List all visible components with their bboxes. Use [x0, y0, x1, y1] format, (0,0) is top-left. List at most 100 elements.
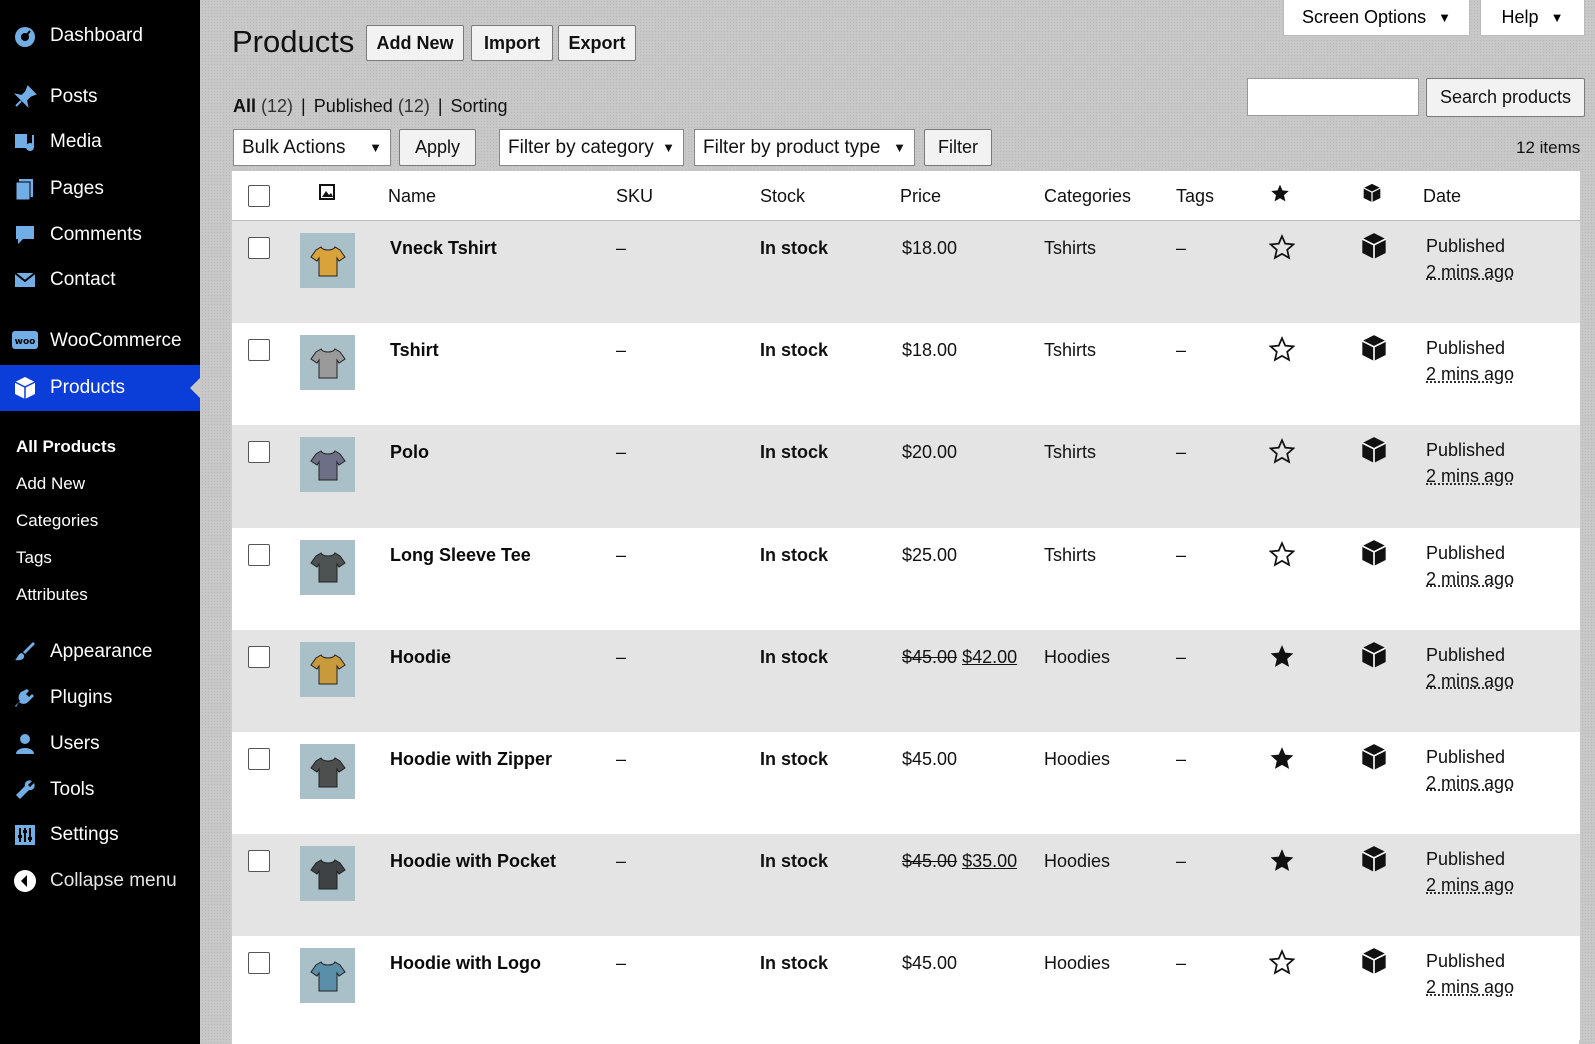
sidebar-item-dashboard[interactable]: Dashboard [0, 16, 200, 56]
sidebar-item-woocommerce[interactable]: woo WooCommerce [0, 321, 200, 361]
table-row: Hoodie with Zipper – In stock $45.00 Hoodies… [232, 732, 1580, 836]
row-checkbox[interactable] [248, 748, 270, 770]
view-sorting[interactable]: Sorting [451, 96, 508, 116]
product-thumbnail[interactable] [300, 641, 355, 697]
star-filled-icon[interactable] [1269, 643, 1295, 674]
submenu-item-tags[interactable]: Tags [16, 548, 52, 568]
sidebar-item-contact[interactable]: Contact [0, 260, 200, 300]
sidebar-item-posts[interactable]: Posts [0, 77, 200, 117]
simple-product-box-icon [1360, 743, 1388, 776]
product-name-link[interactable]: Hoodie [390, 647, 451, 668]
sidebar-item-label: Comments [50, 224, 142, 245]
row-checkbox[interactable] [248, 237, 270, 259]
product-name-link[interactable]: Tshirt [390, 340, 439, 361]
bulk-actions-select[interactable]: Bulk Actions ▼ [233, 129, 391, 166]
column-name[interactable]: Name [388, 186, 436, 207]
column-date[interactable]: Date [1423, 186, 1461, 207]
star-filled-icon[interactable] [1269, 745, 1295, 776]
category-link[interactable]: Hoodies [1044, 953, 1110, 974]
caret-down-icon: ▼ [893, 140, 906, 155]
product-thumbnail[interactable] [300, 539, 355, 595]
product-thumbnail[interactable] [300, 948, 355, 1004]
category-link[interactable]: Hoodies [1044, 647, 1110, 668]
table-row: Tshirt – In stock $18.00 Tshirts – Published 2 … [232, 323, 1580, 428]
price-value: $18.00 [902, 340, 958, 361]
sidebar-item-products[interactable]: Products [0, 365, 200, 411]
screen-options-tab[interactable]: Screen Options ▼ [1283, 0, 1470, 36]
date-cell: Published 2 mins ago [1426, 233, 1514, 285]
star-outline-icon[interactable] [1268, 949, 1296, 980]
sidebar-item-plugins[interactable]: Plugins [0, 678, 200, 718]
price-cell: $18.00 [902, 340, 957, 361]
sidebar-item-settings[interactable]: Settings [0, 815, 200, 855]
help-tab[interactable]: Help ▼ [1480, 0, 1585, 36]
category-filter-select[interactable]: Filter by category ▼ [499, 129, 684, 166]
sidebar-item-collapse-menu[interactable]: Collapse menu [0, 861, 200, 901]
export-button[interactable]: Export [558, 25, 636, 61]
product-name-link[interactable]: Hoodie with Zipper [390, 749, 552, 770]
admin-sidebar: Dashboard Posts Media Pages Comments Contact w… [0, 0, 200, 1044]
category-link[interactable]: Tshirts [1044, 442, 1096, 463]
product-thumbnail[interactable] [300, 846, 355, 902]
import-button[interactable]: Import [471, 25, 553, 61]
star-outline-icon[interactable] [1268, 233, 1296, 265]
sidebar-item-users[interactable]: Users [0, 724, 200, 764]
sidebar-item-comments[interactable]: Comments [0, 215, 200, 255]
search-products-button[interactable]: Search products [1426, 78, 1585, 117]
price-value: $45.00 [902, 953, 958, 974]
product-thumbnail[interactable] [300, 233, 355, 288]
category-link[interactable]: Tshirts [1044, 238, 1096, 259]
product-thumbnail[interactable] [300, 335, 355, 391]
product-type-filter-select[interactable]: Filter by product type ▼ [694, 129, 915, 166]
view-published[interactable]: Published (12) [314, 96, 430, 116]
sidebar-item-label: Dashboard [50, 25, 143, 46]
product-name-link[interactable]: Hoodie with Logo [390, 953, 541, 974]
product-name-link[interactable]: Long Sleeve Tee [390, 545, 531, 566]
plug-icon [12, 685, 38, 711]
add-new-button[interactable]: Add New [366, 25, 464, 61]
row-checkbox[interactable] [248, 952, 270, 975]
category-link[interactable]: Hoodies [1044, 851, 1110, 872]
product-name-link[interactable]: Vneck Tshirt [390, 238, 497, 259]
category-link[interactable]: Tshirts [1044, 340, 1096, 361]
sidebar-item-appearance[interactable]: Appearance [0, 632, 200, 672]
row-checkbox[interactable] [248, 441, 270, 464]
column-price[interactable]: Price [900, 186, 941, 207]
featured-column-star-icon[interactable] [1270, 183, 1290, 208]
filter-button[interactable]: Filter [924, 129, 992, 166]
category-link[interactable]: Tshirts [1044, 545, 1096, 566]
star-outline-icon[interactable] [1268, 438, 1296, 469]
row-checkbox[interactable] [248, 339, 270, 362]
search-input[interactable] [1247, 78, 1419, 116]
sidebar-item-label: Users [50, 733, 100, 754]
sidebar-item-media[interactable]: Media [0, 122, 200, 162]
view-all[interactable]: All (12) [233, 96, 293, 116]
submenu-item-add-new[interactable]: Add New [16, 474, 85, 494]
submenu-item-all-products[interactable]: All Products [16, 437, 116, 457]
sidebar-item-pages[interactable]: Pages [0, 169, 200, 209]
product-thumbnail[interactable] [300, 744, 355, 799]
star-outline-icon[interactable] [1268, 540, 1296, 572]
submenu-item-attributes[interactable]: Attributes [16, 585, 88, 605]
select-all-checkbox[interactable] [248, 185, 270, 207]
table-row: Vneck Tshirt – In stock $18.00 Tshirts – Publi… [232, 221, 1580, 325]
star-outline-icon[interactable] [1268, 336, 1296, 367]
column-sku[interactable]: SKU [616, 186, 653, 207]
row-checkbox[interactable] [248, 543, 270, 566]
price-value: $45.00 [902, 749, 958, 769]
product-thumbnail[interactable] [300, 437, 355, 493]
row-checkbox[interactable] [248, 645, 270, 668]
tags-value: – [1176, 544, 1187, 565]
submenu-item-categories[interactable]: Categories [16, 511, 98, 531]
date-cell: Published 2 mins ago [1426, 642, 1514, 694]
row-checkbox[interactable] [248, 850, 270, 873]
star-filled-icon[interactable] [1269, 847, 1295, 878]
regular-price: $45.00 [902, 646, 958, 667]
table-row: Hoodie with Logo – In stock $45.00 Hoodies – P… [232, 936, 1580, 1041]
sidebar-item-tools[interactable]: Tools [0, 770, 200, 810]
category-link[interactable]: Hoodies [1044, 749, 1110, 770]
apply-button[interactable]: Apply [399, 129, 476, 166]
table-header: Name SKU Stock Price Categories Tags Dat… [232, 171, 1580, 221]
product-name-link[interactable]: Hoodie with Pocket [390, 851, 556, 872]
product-name-link[interactable]: Polo [390, 442, 429, 463]
